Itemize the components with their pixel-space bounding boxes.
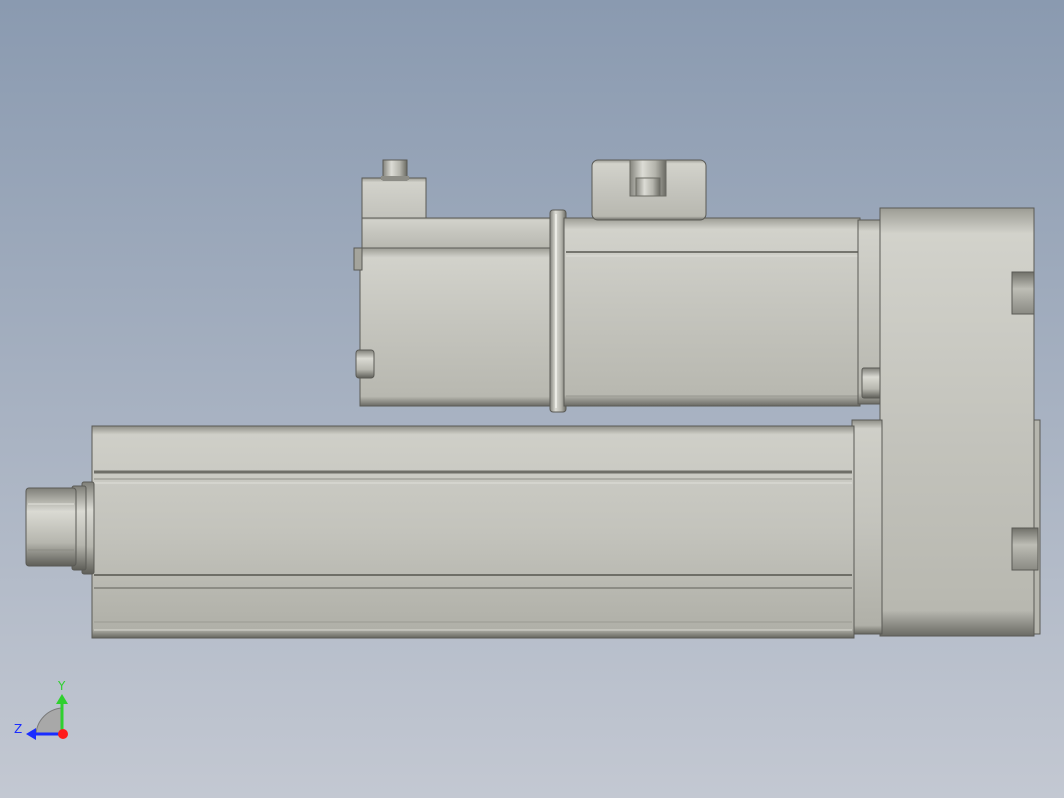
rod-end-nut [25,487,77,567]
rod-end[interactable] [25,481,95,575]
end-housing-hole-upper [1011,271,1035,315]
end-housing[interactable] [851,207,1041,637]
cad-viewport[interactable]: Y Z [0,0,1064,798]
end-housing-hole-lower [1011,527,1039,571]
cad-canvas[interactable]: Y Z [0,0,1064,798]
motor-rear-housing [359,247,554,407]
actuator-tube[interactable] [91,425,855,639]
z-axis-label: Z [14,722,22,736]
motor-rear-bolt [355,349,375,379]
y-axis-label: Y [57,679,66,693]
motor-main-body [563,217,861,407]
x-axis-dot [58,729,68,739]
